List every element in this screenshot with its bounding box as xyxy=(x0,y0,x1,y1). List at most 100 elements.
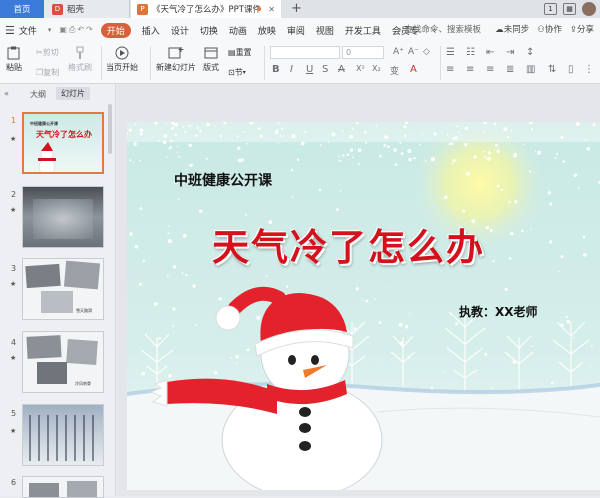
cut-button[interactable]: ✂ 剪切 xyxy=(36,47,59,58)
tab-outline[interactable]: 大纲 xyxy=(30,89,46,100)
animation-star-icon: ★ xyxy=(10,427,17,435)
panel-scrollbar[interactable] xyxy=(108,104,112,154)
grid-view-icon[interactable]: ▦ xyxy=(563,3,576,15)
snowflake xyxy=(189,163,193,167)
menu-view[interactable]: 视图 xyxy=(316,24,334,37)
slide-thumbnail-5[interactable] xyxy=(22,404,104,466)
slide-thumbnail-2[interactable] xyxy=(22,186,104,248)
layout-button[interactable]: 版式 xyxy=(203,46,219,73)
underline-icon[interactable]: U xyxy=(306,64,313,75)
tab-daoke[interactable]: D 稻壳 xyxy=(44,0,130,18)
menu-dropdown-icon[interactable]: ▾ xyxy=(48,26,52,34)
undo-icon[interactable]: ↶ xyxy=(77,25,84,35)
sync-status[interactable]: ☁未同步 xyxy=(495,23,529,35)
font-family-select[interactable] xyxy=(270,46,340,59)
workspace-switch-icon[interactable]: 1 xyxy=(544,3,557,15)
new-slide-button[interactable]: 新建幻灯片 xyxy=(156,46,196,73)
reset-button[interactable]: ▤ 重置 xyxy=(228,47,252,58)
bold-icon[interactable]: B xyxy=(272,64,280,75)
superscript-icon[interactable]: X² xyxy=(356,64,365,73)
bullet-list-icon[interactable]: ☰ xyxy=(446,47,455,58)
subscript-icon[interactable]: X₂ xyxy=(372,64,381,73)
slide-thumbnail-1[interactable]: 中班健康公开课 天气冷了怎么办 xyxy=(22,112,104,174)
avatar[interactable] xyxy=(582,2,596,16)
menu-insert[interactable]: 插入 xyxy=(142,24,160,37)
snowflake xyxy=(443,195,448,200)
snowflake xyxy=(531,345,533,348)
section-button[interactable]: ⊡ 节 ▾ xyxy=(228,67,246,78)
snowflake xyxy=(394,163,398,166)
snowflake xyxy=(185,274,188,277)
snowflake xyxy=(274,130,279,134)
numbered-list-icon[interactable]: ☷ xyxy=(466,47,475,58)
collab-button[interactable]: ⚇协作 xyxy=(537,23,562,35)
snowflake xyxy=(158,336,162,340)
snowflake xyxy=(177,145,179,147)
slide-number: 1 xyxy=(11,116,17,125)
slide-subtitle[interactable]: 中班健康公开课 xyxy=(174,170,272,190)
justify-icon[interactable]: ≣ xyxy=(506,64,514,75)
brush-icon xyxy=(76,46,84,59)
distributed-icon[interactable]: ▥ xyxy=(526,64,535,75)
snowflake xyxy=(167,232,170,235)
snowflake xyxy=(446,133,449,136)
snowflake xyxy=(408,157,412,162)
collapse-panel-icon[interactable]: « xyxy=(4,89,9,98)
menu-bar: ☰ 文件 ▾ ▣ ⎙ ↶ ↷ 开始 插入 设计 切换 动画 放映 审阅 视图 开… xyxy=(0,18,600,42)
snowflake xyxy=(168,374,172,378)
menu-developer[interactable]: 开发工具 xyxy=(345,24,381,37)
share-button[interactable]: ⇪分享 xyxy=(570,23,594,35)
snowflake xyxy=(349,148,354,152)
snowflake xyxy=(393,148,397,152)
menu-transition[interactable]: 切换 xyxy=(200,24,218,37)
align-left-icon[interactable]: ≡ xyxy=(446,64,454,75)
snowflake xyxy=(573,173,577,177)
shrink-font-icon[interactable]: A⁻ xyxy=(408,47,419,57)
text-shadow-icon[interactable]: S xyxy=(322,64,328,75)
paste-button[interactable]: 粘贴 xyxy=(6,46,22,73)
italic-icon[interactable]: I xyxy=(290,64,293,75)
strikethrough-icon[interactable]: A xyxy=(338,64,345,75)
snowflake xyxy=(199,129,202,133)
slide-teacher[interactable]: 执教：XX老师 xyxy=(459,303,538,320)
indent-decrease-icon[interactable]: ⇤ xyxy=(486,47,494,58)
line-spacing-icon[interactable]: ↕ xyxy=(526,47,534,58)
menu-home[interactable]: 开始 xyxy=(100,22,131,38)
menu-slideshow[interactable]: 放映 xyxy=(258,24,276,37)
menu-file[interactable]: 文件 xyxy=(19,24,37,37)
daoke-logo-icon: D xyxy=(52,3,63,15)
align-right-icon[interactable]: ≡ xyxy=(486,64,494,75)
slide-title[interactable]: 天气冷了怎么办 xyxy=(212,217,485,271)
save-icon[interactable]: ▣ xyxy=(59,25,67,35)
slide-editor[interactable]: 中班健康公开课 天气冷了怎么办 执教：XX老师 xyxy=(117,84,600,496)
indent-increase-icon[interactable]: ⇥ xyxy=(506,47,514,58)
command-search[interactable]: ⌕ 查找命令、搜索模板 xyxy=(397,23,481,35)
tab-home[interactable]: 首页 xyxy=(0,0,44,18)
menu-review[interactable]: 审阅 xyxy=(287,24,305,37)
slide-thumbnail-4[interactable]: 冷风刺骨 xyxy=(22,331,104,393)
tab-slides[interactable]: 幻灯片 xyxy=(56,87,90,100)
char-spacing-icon[interactable]: 变 xyxy=(390,64,399,77)
menu-design[interactable]: 设计 xyxy=(171,24,189,37)
columns-icon[interactable]: ▯ xyxy=(568,64,574,75)
copy-button[interactable]: ❐ 复制 xyxy=(36,67,59,78)
new-tab-button[interactable]: + xyxy=(291,1,302,16)
font-size-select[interactable]: 0 xyxy=(342,46,384,59)
align-center-icon[interactable]: ≡ xyxy=(466,64,474,75)
tab-document[interactable]: P 《天气冷了怎么办》PPT课件 ✕ xyxy=(131,0,281,18)
slide-thumbnail-3[interactable]: 雪天路滑 xyxy=(22,258,104,320)
grow-font-icon[interactable]: A⁺ xyxy=(393,47,404,57)
font-color-icon[interactable]: A xyxy=(410,64,417,75)
text-direction-icon[interactable]: ⇅ xyxy=(548,64,556,75)
ribbon-more-icon[interactable]: ⋮ xyxy=(584,64,594,75)
slide-thumbnail-6[interactable] xyxy=(22,476,104,498)
close-tab-icon[interactable]: ✕ xyxy=(268,5,275,14)
print-icon[interactable]: ⎙ xyxy=(69,25,75,35)
format-painter-button[interactable]: 格式刷 xyxy=(68,46,92,73)
menu-animation[interactable]: 动画 xyxy=(229,24,247,37)
slide-canvas[interactable]: 中班健康公开课 天气冷了怎么办 执教：XX老师 xyxy=(127,122,600,490)
play-from-current-button[interactable]: 当页开始 xyxy=(106,46,138,73)
clear-format-icon[interactable]: ◇ xyxy=(423,47,430,57)
redo-icon[interactable]: ↷ xyxy=(86,25,93,35)
hamburger-icon[interactable]: ☰ xyxy=(5,24,15,37)
